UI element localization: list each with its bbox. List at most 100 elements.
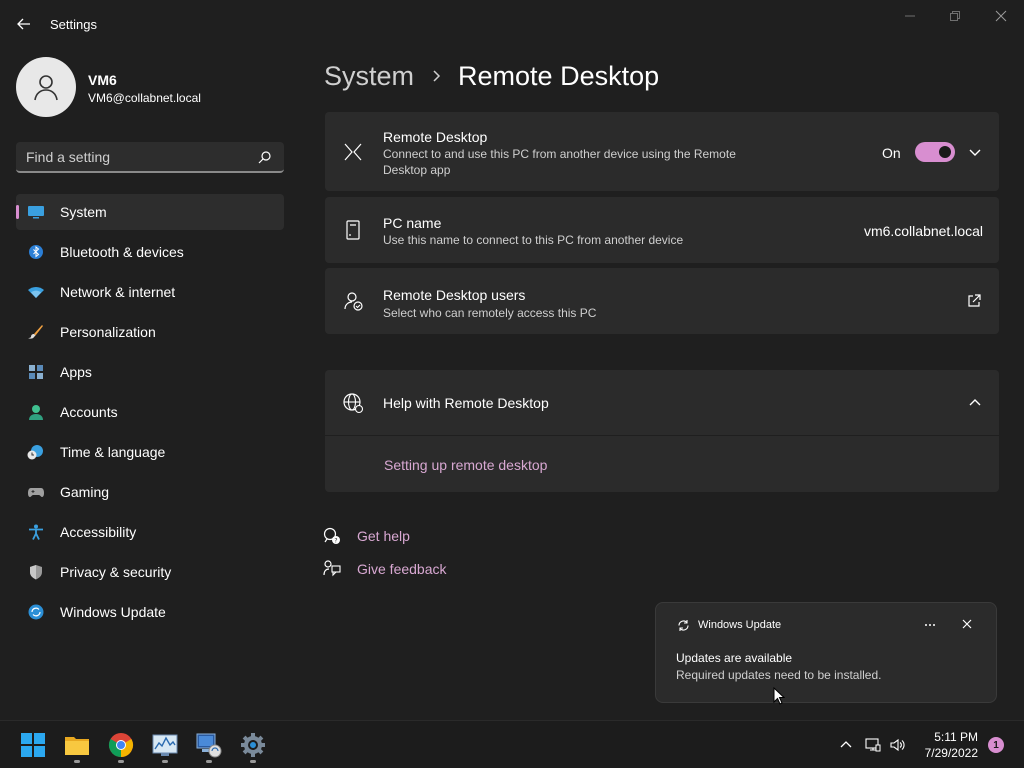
card-description: Select who can remotely access this PC	[383, 306, 597, 320]
search-icon[interactable]	[258, 150, 272, 164]
sidebar-item-label: Bluetooth & devices	[60, 244, 184, 260]
settings-gear-icon[interactable]	[240, 732, 266, 758]
breadcrumb: System Remote Desktop	[324, 58, 659, 94]
get-help-link[interactable]: ? Get help	[323, 526, 410, 546]
remote-desktop-users-card[interactable]: Remote Desktop users Select who can remo…	[325, 268, 999, 334]
network-icon[interactable]	[865, 737, 881, 753]
sidebar-item-gaming[interactable]: Gaming	[16, 474, 284, 510]
sidebar-item-apps[interactable]: Apps	[16, 354, 284, 390]
card-title: PC name	[383, 215, 442, 231]
setting-up-remote-desktop-link[interactable]: Setting up remote desktop	[384, 457, 547, 473]
sidebar-item-label: Time & language	[60, 444, 166, 460]
card-description: Use this name to connect to this PC from…	[383, 233, 684, 247]
running-indicator	[162, 760, 168, 763]
chevron-down-icon[interactable]	[968, 145, 982, 159]
toast-title: Updates are available	[676, 651, 793, 665]
shield-icon	[30, 565, 42, 580]
close-icon	[995, 10, 1007, 22]
help-card-header[interactable]: Help with Remote Desktop	[325, 370, 999, 436]
volume-icon[interactable]	[890, 737, 906, 753]
give-feedback-label: Give feedback	[357, 561, 447, 577]
title-bar: Settings	[0, 0, 1024, 48]
back-button[interactable]	[14, 14, 34, 34]
card-title: Help with Remote Desktop	[383, 395, 549, 411]
help-chat-icon: ?	[323, 527, 340, 545]
update-notification-toast[interactable]: Windows Update Updates are available Req…	[655, 602, 997, 703]
sidebar-item-accessibility[interactable]: Accessibility	[16, 514, 284, 550]
give-feedback-link[interactable]: Give feedback	[323, 559, 447, 579]
apps-icon	[29, 365, 43, 379]
search-input[interactable]	[26, 147, 246, 167]
users-icon	[344, 292, 363, 311]
card-title: Remote Desktop	[383, 129, 488, 145]
remote-desktop-card[interactable]: Remote Desktop Connect to and use this P…	[325, 112, 999, 191]
person-icon	[34, 75, 58, 101]
file-explorer-icon[interactable]	[64, 732, 90, 758]
toast-app-name: Windows Update	[698, 619, 782, 631]
card-description: Connect to and use this PC from another …	[383, 147, 736, 177]
maximize-button[interactable]	[947, 8, 963, 24]
search-box[interactable]	[16, 142, 284, 173]
svg-text:?: ?	[334, 538, 337, 545]
chevron-up-icon[interactable]	[838, 737, 854, 753]
sidebar-item-label: Apps	[60, 364, 92, 380]
card-title: Remote Desktop users	[383, 287, 526, 303]
pc-name-card: PC name Use this name to connect to this…	[325, 197, 999, 263]
more-options-icon[interactable]	[922, 617, 938, 633]
remote-desktop-connection-icon[interactable]	[196, 732, 222, 758]
sidebar-item-label: Accessibility	[60, 524, 137, 540]
back-arrow-icon	[17, 18, 30, 30]
minimize-icon	[905, 15, 915, 17]
monitor-icon	[28, 206, 44, 219]
sidebar-item-label: Gaming	[60, 484, 110, 500]
sidebar-item-accounts[interactable]: Accounts	[16, 394, 284, 430]
notification-badge[interactable]: 1	[988, 737, 1004, 753]
minimize-button[interactable]	[902, 8, 918, 24]
sidebar-item-time-language[interactable]: Time & language	[16, 434, 284, 470]
page-title: Remote Desktop	[458, 60, 660, 91]
sidebar-item-network[interactable]: Network & internet	[16, 274, 284, 310]
wifi-icon	[28, 287, 44, 298]
remote-desktop-icon	[344, 143, 362, 161]
close-button[interactable]	[993, 8, 1009, 24]
help-card: Help with Remote Desktop Setting up remo…	[325, 370, 999, 492]
close-icon[interactable]	[960, 617, 974, 631]
running-indicator	[118, 760, 124, 763]
pc-name-value: vm6.collabnet.local	[863, 223, 983, 239]
brush-icon	[28, 325, 43, 339]
avatar[interactable]	[16, 57, 76, 117]
breadcrumb-parent[interactable]: System	[324, 61, 414, 92]
start-windows-icon[interactable]	[20, 732, 46, 758]
sidebar-item-system[interactable]: System	[16, 194, 284, 230]
clock-date[interactable]: 7/29/2022	[910, 746, 978, 760]
clock-time[interactable]: 5:11 PM	[920, 730, 978, 744]
update-icon	[678, 620, 689, 631]
resource-monitor-icon[interactable]	[152, 732, 178, 758]
user-email: VM6@collabnet.local	[88, 91, 201, 105]
user-name: VM6	[88, 72, 117, 88]
toggle-knob	[939, 146, 951, 158]
mouse-cursor-icon	[773, 687, 785, 705]
toggle-state-label: On	[882, 145, 901, 161]
sidebar-item-label: Privacy & security	[60, 564, 172, 580]
sidebar-item-bluetooth[interactable]: Bluetooth & devices	[16, 234, 284, 270]
running-indicator	[74, 760, 80, 763]
sidebar-item-label: Windows Update	[60, 604, 166, 620]
get-help-label: Get help	[357, 528, 410, 544]
running-indicator	[206, 760, 212, 763]
toast-body: Required updates need to be installed.	[676, 668, 882, 682]
running-indicator	[250, 760, 256, 763]
app-title: Settings	[50, 17, 97, 32]
sidebar-item-windows-update[interactable]: Windows Update	[16, 594, 284, 630]
maximize-icon	[950, 11, 960, 21]
clock-globe-icon	[27, 445, 43, 460]
sidebar-item-label: Network & internet	[60, 284, 176, 300]
chrome-icon[interactable]	[108, 732, 134, 758]
remote-desktop-toggle[interactable]	[915, 142, 955, 162]
chevron-right-icon	[433, 70, 441, 82]
sidebar-item-personalization[interactable]: Personalization	[16, 314, 284, 350]
sidebar-item-label: Accounts	[60, 404, 118, 420]
sidebar-item-privacy[interactable]: Privacy & security	[16, 554, 284, 590]
chevron-up-icon[interactable]	[968, 396, 982, 410]
pc-name-icon	[346, 220, 360, 240]
